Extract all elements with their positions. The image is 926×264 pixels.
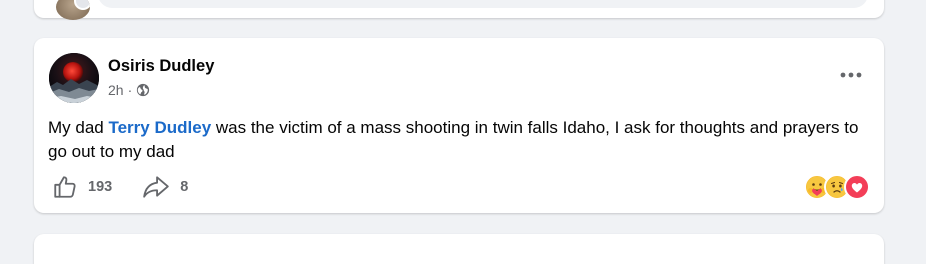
next-post-card (34, 234, 884, 264)
like-thumb-icon (54, 176, 76, 198)
author-name[interactable]: Osiris Dudley (108, 57, 214, 76)
share-count: 8 (180, 179, 189, 195)
share-arrow-icon (143, 176, 169, 198)
love-reaction-icon (844, 174, 870, 200)
post-actions: 193 8 (52, 171, 218, 203)
meta-separator: · (127, 82, 133, 98)
post-text-start: My dad (48, 118, 109, 137)
comment-input[interactable] (98, 0, 868, 8)
author-avatar[interactable] (49, 53, 99, 103)
more-options-icon[interactable] (838, 62, 864, 88)
user-avatar[interactable] (56, 0, 90, 20)
globe-icon (136, 83, 150, 97)
reaction-summary[interactable] (804, 174, 870, 200)
like-button[interactable]: 193 (52, 174, 112, 200)
previous-post-card (34, 0, 884, 20)
share-button[interactable]: 8 (142, 174, 188, 200)
like-count: 193 (88, 179, 113, 195)
mention-link[interactable]: Terry Dudley (108, 118, 211, 137)
feed-post: Osiris Dudley 2h · My dad Terry Dudley w… (34, 38, 884, 213)
post-text: My dad Terry Dudley was the victim of a … (48, 116, 868, 164)
post-meta: 2h · (108, 82, 150, 98)
post-timestamp[interactable]: 2h (108, 82, 124, 98)
